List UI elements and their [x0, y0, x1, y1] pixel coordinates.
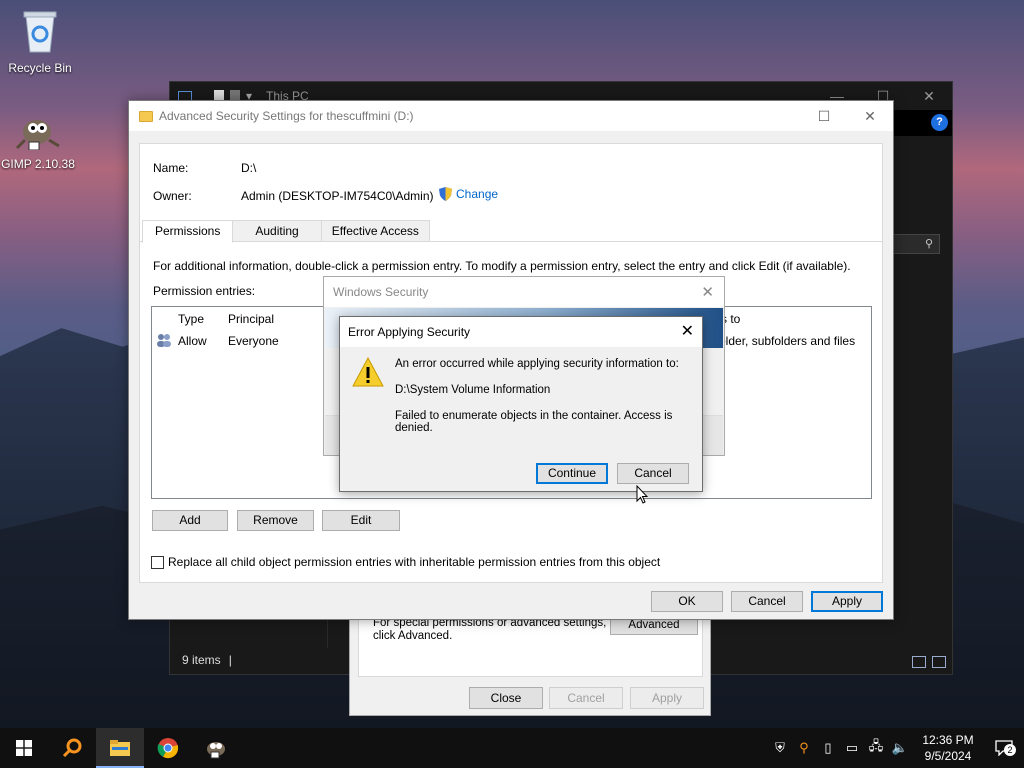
column-header-type[interactable]: Type: [178, 312, 204, 326]
error-title: Error Applying Security: [348, 325, 471, 339]
dialog-title: Advanced Security Settings for thescuffm…: [159, 109, 414, 123]
tab-auditing[interactable]: Auditing: [232, 220, 322, 242]
help-icon[interactable]: ?: [931, 114, 948, 131]
cancel-button[interactable]: Cancel: [549, 687, 623, 709]
uac-shield-icon: [439, 187, 452, 201]
edit-button[interactable]: Edit: [322, 510, 400, 531]
close-icon[interactable]: ✕: [847, 101, 893, 131]
volume-muted-icon[interactable]: 🔈: [888, 728, 912, 768]
cancel-button[interactable]: Cancel: [617, 463, 689, 484]
details-view-icon[interactable]: [912, 656, 926, 668]
advanced-note: For special permissions or advanced sett…: [373, 617, 606, 643]
owner-label: Owner:: [153, 189, 192, 203]
system-tray: ⛨ ⚲ ▯ ▭ 🖧 🔈 12:36 PM 9/5/2024 2: [768, 728, 1024, 768]
item-count: 9 items: [182, 653, 221, 667]
tablet-icon[interactable]: ▭: [840, 728, 864, 768]
taskbar-gimp[interactable]: [192, 728, 240, 768]
error-path: D:\System Volume Information: [395, 384, 551, 396]
replace-child-permissions-label: Replace all child object permission entr…: [168, 555, 661, 569]
taskbar-file-explorer[interactable]: [96, 728, 144, 768]
warning-icon: [352, 356, 384, 390]
row-applies-to: older, subfolders and files: [719, 334, 856, 348]
start-icon: [16, 740, 32, 756]
advanced-note-line2: click Advanced.: [373, 630, 453, 642]
notification-badge: 2: [1004, 744, 1016, 756]
error-titlebar: Error Applying Security ✕: [340, 317, 702, 347]
replace-child-permissions-checkbox[interactable]: [151, 556, 164, 569]
large-icons-view-icon[interactable]: [932, 656, 946, 668]
permission-entries-label: Permission entries:: [153, 284, 256, 298]
advanced-security-titlebar: Advanced Security Settings for thescuffm…: [129, 101, 893, 131]
owner-value: Admin (DESKTOP-IM754C0\Admin): [241, 189, 434, 203]
error-message-line1: An error occurred while applying securit…: [395, 358, 679, 370]
close-icon[interactable]: ✕: [701, 283, 714, 301]
change-owner-label: Change: [456, 187, 499, 201]
close-button[interactable]: Close: [469, 687, 543, 709]
clock-time: 12:36 PM: [922, 733, 974, 747]
security-center-icon[interactable]: ⛨: [768, 728, 792, 768]
desktop-icon-gimp[interactable]: GIMP 2.10.38: [0, 110, 78, 171]
apply-button[interactable]: Apply: [630, 687, 704, 709]
notification-center-button[interactable]: 2: [984, 728, 1024, 768]
chrome-icon: [157, 738, 179, 759]
add-button[interactable]: Add: [152, 510, 228, 531]
error-applying-security-dialog: Error Applying Security ✕ An error occur…: [339, 316, 703, 492]
error-message-line3: Failed to enumerate objects in the conta…: [395, 410, 673, 434]
clock-date: 9/5/2024: [924, 749, 972, 763]
view-switcher: [912, 656, 946, 668]
taskbar-search-button[interactable]: [48, 728, 96, 768]
tab-bar: Permissions Auditing Effective Access: [142, 220, 430, 243]
column-header-principal[interactable]: Principal: [228, 312, 274, 326]
maximize-icon[interactable]: ☐: [801, 101, 847, 131]
recycle-bin-icon: [0, 8, 80, 57]
start-button[interactable]: [0, 728, 48, 768]
continue-button[interactable]: Continue: [536, 463, 608, 484]
windows-security-title: Windows Security: [333, 285, 429, 299]
desktop-icon-label: GIMP 2.10.38: [1, 157, 75, 171]
tab-effective-access[interactable]: Effective Access: [320, 220, 430, 242]
close-icon[interactable]: ✕: [906, 82, 952, 110]
taskbar-clock[interactable]: 12:36 PM 9/5/2024: [912, 732, 984, 764]
taskbar: ⛨ ⚲ ▯ ▭ 🖧 🔈 12:36 PM 9/5/2024 2: [0, 728, 1024, 768]
usb-icon[interactable]: ▯: [816, 728, 840, 768]
row-principal: Everyone: [228, 334, 279, 348]
gimp-icon: [207, 742, 225, 759]
desktop-icon-label: Recycle Bin: [8, 61, 72, 75]
search-icon: [62, 738, 82, 758]
gimp-icon: [0, 110, 78, 153]
search-tray-icon[interactable]: ⚲: [792, 728, 816, 768]
desktop-icon-recycle-bin[interactable]: Recycle Bin: [0, 8, 80, 75]
taskbar-chrome[interactable]: [144, 728, 192, 768]
close-icon[interactable]: ✕: [681, 321, 694, 341]
name-label: Name:: [153, 161, 189, 175]
remove-button[interactable]: Remove: [237, 510, 314, 531]
mouse-cursor-icon: [636, 484, 649, 508]
status-divider: |: [228, 653, 232, 667]
ok-button[interactable]: OK: [651, 591, 723, 612]
cancel-button[interactable]: Cancel: [731, 591, 803, 612]
folder-icon: [139, 110, 153, 122]
tab-permissions[interactable]: Permissions: [142, 220, 234, 243]
windows-security-titlebar: Windows Security ✕: [324, 277, 724, 307]
row-type: Allow: [178, 334, 207, 348]
network-icon[interactable]: 🖧: [864, 728, 888, 768]
search-icon: ⚲: [924, 238, 933, 250]
name-value: D:\: [241, 161, 257, 175]
change-owner-link[interactable]: Change: [439, 187, 498, 201]
info-text: For additional information, double-click…: [153, 259, 851, 273]
apply-button[interactable]: Apply: [811, 591, 883, 612]
users-icon: [156, 333, 172, 350]
file-explorer-icon: [110, 740, 130, 756]
